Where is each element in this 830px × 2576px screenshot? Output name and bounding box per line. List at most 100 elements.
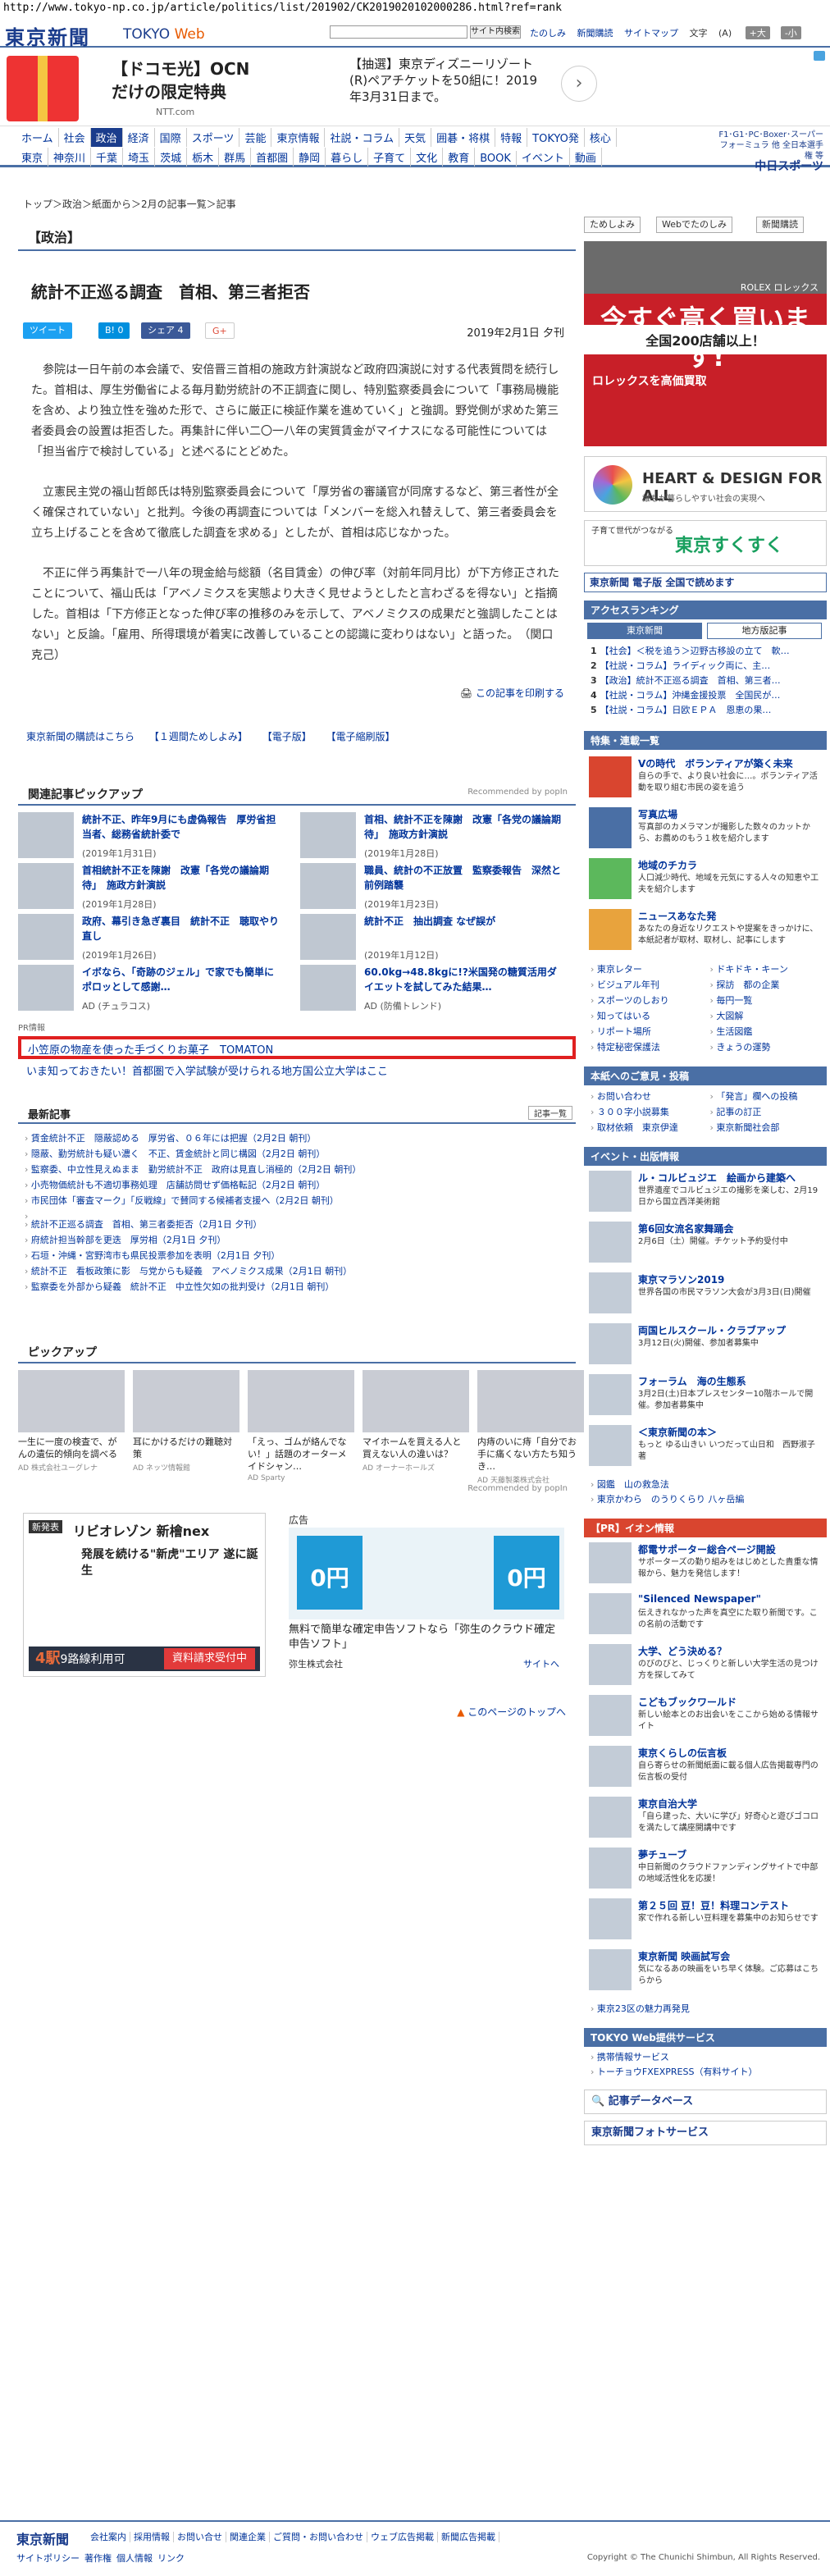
event-title[interactable]: 第6回女流名家舞踊会 <box>638 1222 733 1235</box>
nav-region-2[interactable]: 千葉 <box>91 148 124 167</box>
aeon-item[interactable]: 東京くらしの伝言板 自ら寄らせの新聞紙面に載る個人広告掲載専門の伝言板の受付 <box>584 1744 827 1792</box>
misc-link[interactable]: 東京かわら のうりくらり 八ヶ岳編 <box>591 1492 820 1507</box>
related-thumbnail[interactable] <box>18 914 74 960</box>
nav-region-1[interactable]: 神奈川 <box>48 148 92 167</box>
nav-region-0[interactable]: 東京 <box>16 148 49 167</box>
related-title[interactable]: 職員、統計の不正放置 監察委報告 深然と前例踏襲 <box>364 863 561 893</box>
nav-region-8[interactable]: 静岡 <box>294 148 326 167</box>
breadcrumb[interactable]: トップ＞政治＞紙面から＞2月の記事一覧＞記事 <box>23 197 236 211</box>
feature-title[interactable]: Vの時代 ボランティアが築く未来 <box>638 756 793 770</box>
nav-region-11[interactable]: 文化 <box>411 148 444 167</box>
related-title[interactable]: 統計不正、昨年9月にも虚偽報告 厚労省担当者、総務省統計委で <box>82 812 279 842</box>
nav-region-9[interactable]: 暮らし <box>326 148 369 167</box>
nav-region-10[interactable]: 子育て <box>368 148 412 167</box>
footer-link-2[interactable]: 個人情報 <box>116 2553 153 2564</box>
feature-title[interactable]: 地域のチカラ <box>638 858 697 872</box>
print-link-label[interactable]: この記事を印刷する <box>476 687 564 699</box>
event-title[interactable]: ル・コルビュジエ 絵画から建築へ <box>638 1171 796 1185</box>
tweet-button[interactable]: ツイート <box>23 322 72 339</box>
nav-item-13[interactable]: 核心 <box>585 128 617 147</box>
nav-item-0[interactable]: ホーム <box>16 128 59 147</box>
aeon-title[interactable]: 東京新聞 映画試写会 <box>638 1949 730 1963</box>
mobile-service-link[interactable]: 携帯情報サービス <box>591 2050 820 2065</box>
popin-credit-2[interactable]: Recommended by popIn <box>467 1484 568 1493</box>
article-list-button[interactable]: 記事一覧 <box>528 1106 572 1120</box>
aeon-title[interactable]: 第２５回 豆！豆！料理コンテスト <box>638 1898 789 1912</box>
event-item[interactable]: 第6回女流名家舞踊会 2月6日（土）開催。チケット予約受付中 <box>584 1220 827 1267</box>
nav-region-14[interactable]: イベント <box>517 148 570 167</box>
related-title[interactable]: 統計不正 抽出調査 なぜ誤が <box>364 914 561 929</box>
latest-item[interactable]: 統計不正 看板政策に影 与党からも疑義 アベノミクス成果（2月1日 朝刊） <box>25 1263 576 1279</box>
nav-item-7[interactable]: 東京情報 <box>271 128 326 147</box>
ranking-title[interactable]: 【社説・コラム】日欧ＥＰＡ 恩恵の果… <box>600 705 772 715</box>
footer-link[interactable]: 会社案内 <box>90 2532 130 2542</box>
photo-service-banner[interactable]: 東京新聞フォトサービス <box>584 2121 827 2145</box>
aeon-item[interactable]: 東京自治大学 「自ら建った、大いに学び」好奇心と遊びゴコロを満たして講座開講中です <box>584 1795 827 1843</box>
event-title[interactable]: 両国ヒルスクール・クラブアップ <box>638 1323 786 1337</box>
trial-link[interactable]: 【１週間ためしよみ】 <box>149 731 248 742</box>
nav-region-3[interactable]: 埼玉 <box>123 148 156 167</box>
feature-title[interactable]: ニュースあなた発 <box>638 909 716 923</box>
footer-link[interactable]: ご質問・お問い合わせ <box>273 2532 367 2542</box>
latest-item[interactable]: 石垣・沖縄・宮野湾市も県民投票参加を表明（2月1日 夕刊） <box>25 1248 576 1263</box>
feature-link[interactable]: 生活図鑑 <box>710 1024 821 1039</box>
nav-item-9[interactable]: 天気 <box>399 128 432 147</box>
adchoices-icon[interactable] <box>814 51 825 61</box>
latest-item[interactable]: 市民団体「審査マーク」「反戦線」で賛同する候補者支援へ（2月2日 朝刊） <box>25 1193 576 1208</box>
nav-item-2[interactable]: 政治 <box>90 128 123 147</box>
request-materials-button[interactable]: 資料請求受付中 <box>163 1648 255 1669</box>
aeon-title[interactable]: 大学、どう決める？ <box>638 1644 727 1658</box>
feature-item[interactable]: 地域のチカラ 人口減少時代、地域を元気にする人々の知恵や工夫を紹介します <box>584 856 827 902</box>
event-title[interactable]: ＜東京新聞の本＞ <box>638 1425 717 1439</box>
pr-link-highlighted[interactable]: 小笠原の物産を使った手づくりお菓子 TOMATON <box>18 1036 576 1059</box>
nav-item-3[interactable]: 経済 <box>123 128 155 147</box>
ranking-item[interactable]: 5 【社説・コラム】日欧ＥＰＡ 恩恵の果… <box>591 703 820 718</box>
site-logo[interactable]: 東京新聞 <box>5 21 90 50</box>
ad-right-text[interactable]: 【抽選】東京ディズニーリゾート(R)ペアチケットを50組に！2019年3月31日… <box>349 56 546 105</box>
guide-link[interactable]: 取材依頼 東京伊達 <box>591 1120 701 1135</box>
pickup-ad-image[interactable] <box>18 1370 125 1432</box>
site-search-button[interactable]: サイト内検索 <box>470 25 521 39</box>
aeon-title[interactable]: 都電サポーター総合ページ開設 <box>638 1542 776 1556</box>
rolex-ad[interactable]: ROLEX ロレックス 今すぐ高く買います! 全国200店舗以上！ ロレックスを… <box>584 241 827 446</box>
footer-link[interactable]: 採用情報 <box>134 2532 174 2542</box>
pickup-ad-image[interactable] <box>248 1370 354 1432</box>
latest-item[interactable]: 小売物価統計も不適切事務処理 店舗訪問せず価格転記（2月2日 朝刊） <box>25 1177 576 1193</box>
related-thumbnail[interactable] <box>18 965 74 1011</box>
ranking-item[interactable]: 2 【社説・コラム】ライディック両に、主… <box>591 659 820 674</box>
footer-link[interactable]: 関連企業 <box>230 2532 270 2542</box>
font-smaller-button[interactable]: -小 <box>780 26 801 39</box>
related-title[interactable]: イボなら、「奇跡のジェル」で家でも簡単にポロッとして感謝… <box>82 965 279 994</box>
related-item[interactable]: 統計不正 抽出調査 なぜ誤が (2019年1月12日) <box>300 914 571 963</box>
tab-tameshiyomi[interactable]: ためしよみ <box>584 217 641 233</box>
fx-express-link[interactable]: トーチョウFXEXPRESS（有料サイト） <box>591 2065 820 2080</box>
pickup-ad-text[interactable]: 内痔のいに痔「自分でお手に痛くない方たち知うき… <box>477 1436 584 1473</box>
related-thumbnail[interactable] <box>300 965 356 1011</box>
guide-link[interactable]: ３００字小説募集 <box>591 1104 701 1120</box>
pickup-ad-item[interactable]: 内痔のいに痔「自分でお手に痛くない方たち知うき… AD 天藤製薬株式会社 <box>477 1370 584 1485</box>
nav-item-12[interactable]: TOKYO発 <box>527 128 585 147</box>
footer-logo[interactable]: 東京新聞 <box>16 2528 69 2548</box>
related-item[interactable]: イボなら、「奇跡のジェル」で家でも簡単にポロッとして感謝… AD (チュラコス) <box>18 965 289 1014</box>
feature-link[interactable]: 東京レター <box>591 961 701 977</box>
related-item[interactable]: 職員、統計の不正放置 監察委報告 深然と前例踏襲 (2019年1月23日) <box>300 863 571 912</box>
tab-web-tanoshimi[interactable]: Webでたのしみ <box>656 217 732 233</box>
footer-link-2[interactable]: サイトポリシー <box>16 2553 80 2564</box>
event-item[interactable]: 東京マラソン2019 世界各国の市民マラソン大会が3月3日(日)開催 <box>584 1271 827 1318</box>
realestate-ad[interactable]: 新発表 リビオレゾン 新檜nex 発展を続ける"新虎"エリア 遂に誕生 4駅9路… <box>23 1513 266 1677</box>
aeon-item[interactable]: 東京新聞 映画試写会 気になるあの映画をいち早く体験。ご応募はこちらから <box>584 1948 827 1995</box>
site-search-input[interactable] <box>330 25 467 39</box>
related-item[interactable]: 統計不正、昨年9月にも虚偽報告 厚労省担当者、総務省統計委で (2019年1月31… <box>18 812 289 861</box>
nav-region-5[interactable]: 栃木 <box>187 148 220 167</box>
pickup-ad-item[interactable]: 一生に一度の検査で、がんの遺伝的傾向を調べる AD 株式会社ユーグレナ <box>18 1370 125 1473</box>
chevron-right-icon[interactable]: › <box>561 66 597 102</box>
nav-region-6[interactable]: 群馬 <box>219 148 252 167</box>
aeon-item[interactable]: "Silenced Newspaper" 伝えきれなかった声を真空にた取り新聞です… <box>584 1592 827 1639</box>
ranking-item[interactable]: 1 【社会】＜税を追う＞辺野古移設の立て 軟… <box>591 644 820 659</box>
ranking-tab-tokyo[interactable]: 東京新聞 <box>587 623 702 639</box>
footer-link[interactable]: お問い合せ <box>177 2532 226 2542</box>
related-title[interactable]: 政府、幕引き急ぎ裏目 統計不正 聴取やり直し <box>82 914 279 943</box>
latest-item[interactable]: 監察委、中立性見えぬまま 勤労統計不正 政府は見直し消極的（2月2日 朝刊） <box>25 1162 576 1177</box>
nav-item-1[interactable]: 社会 <box>59 128 91 147</box>
nav-item-4[interactable]: 国際 <box>155 128 187 147</box>
